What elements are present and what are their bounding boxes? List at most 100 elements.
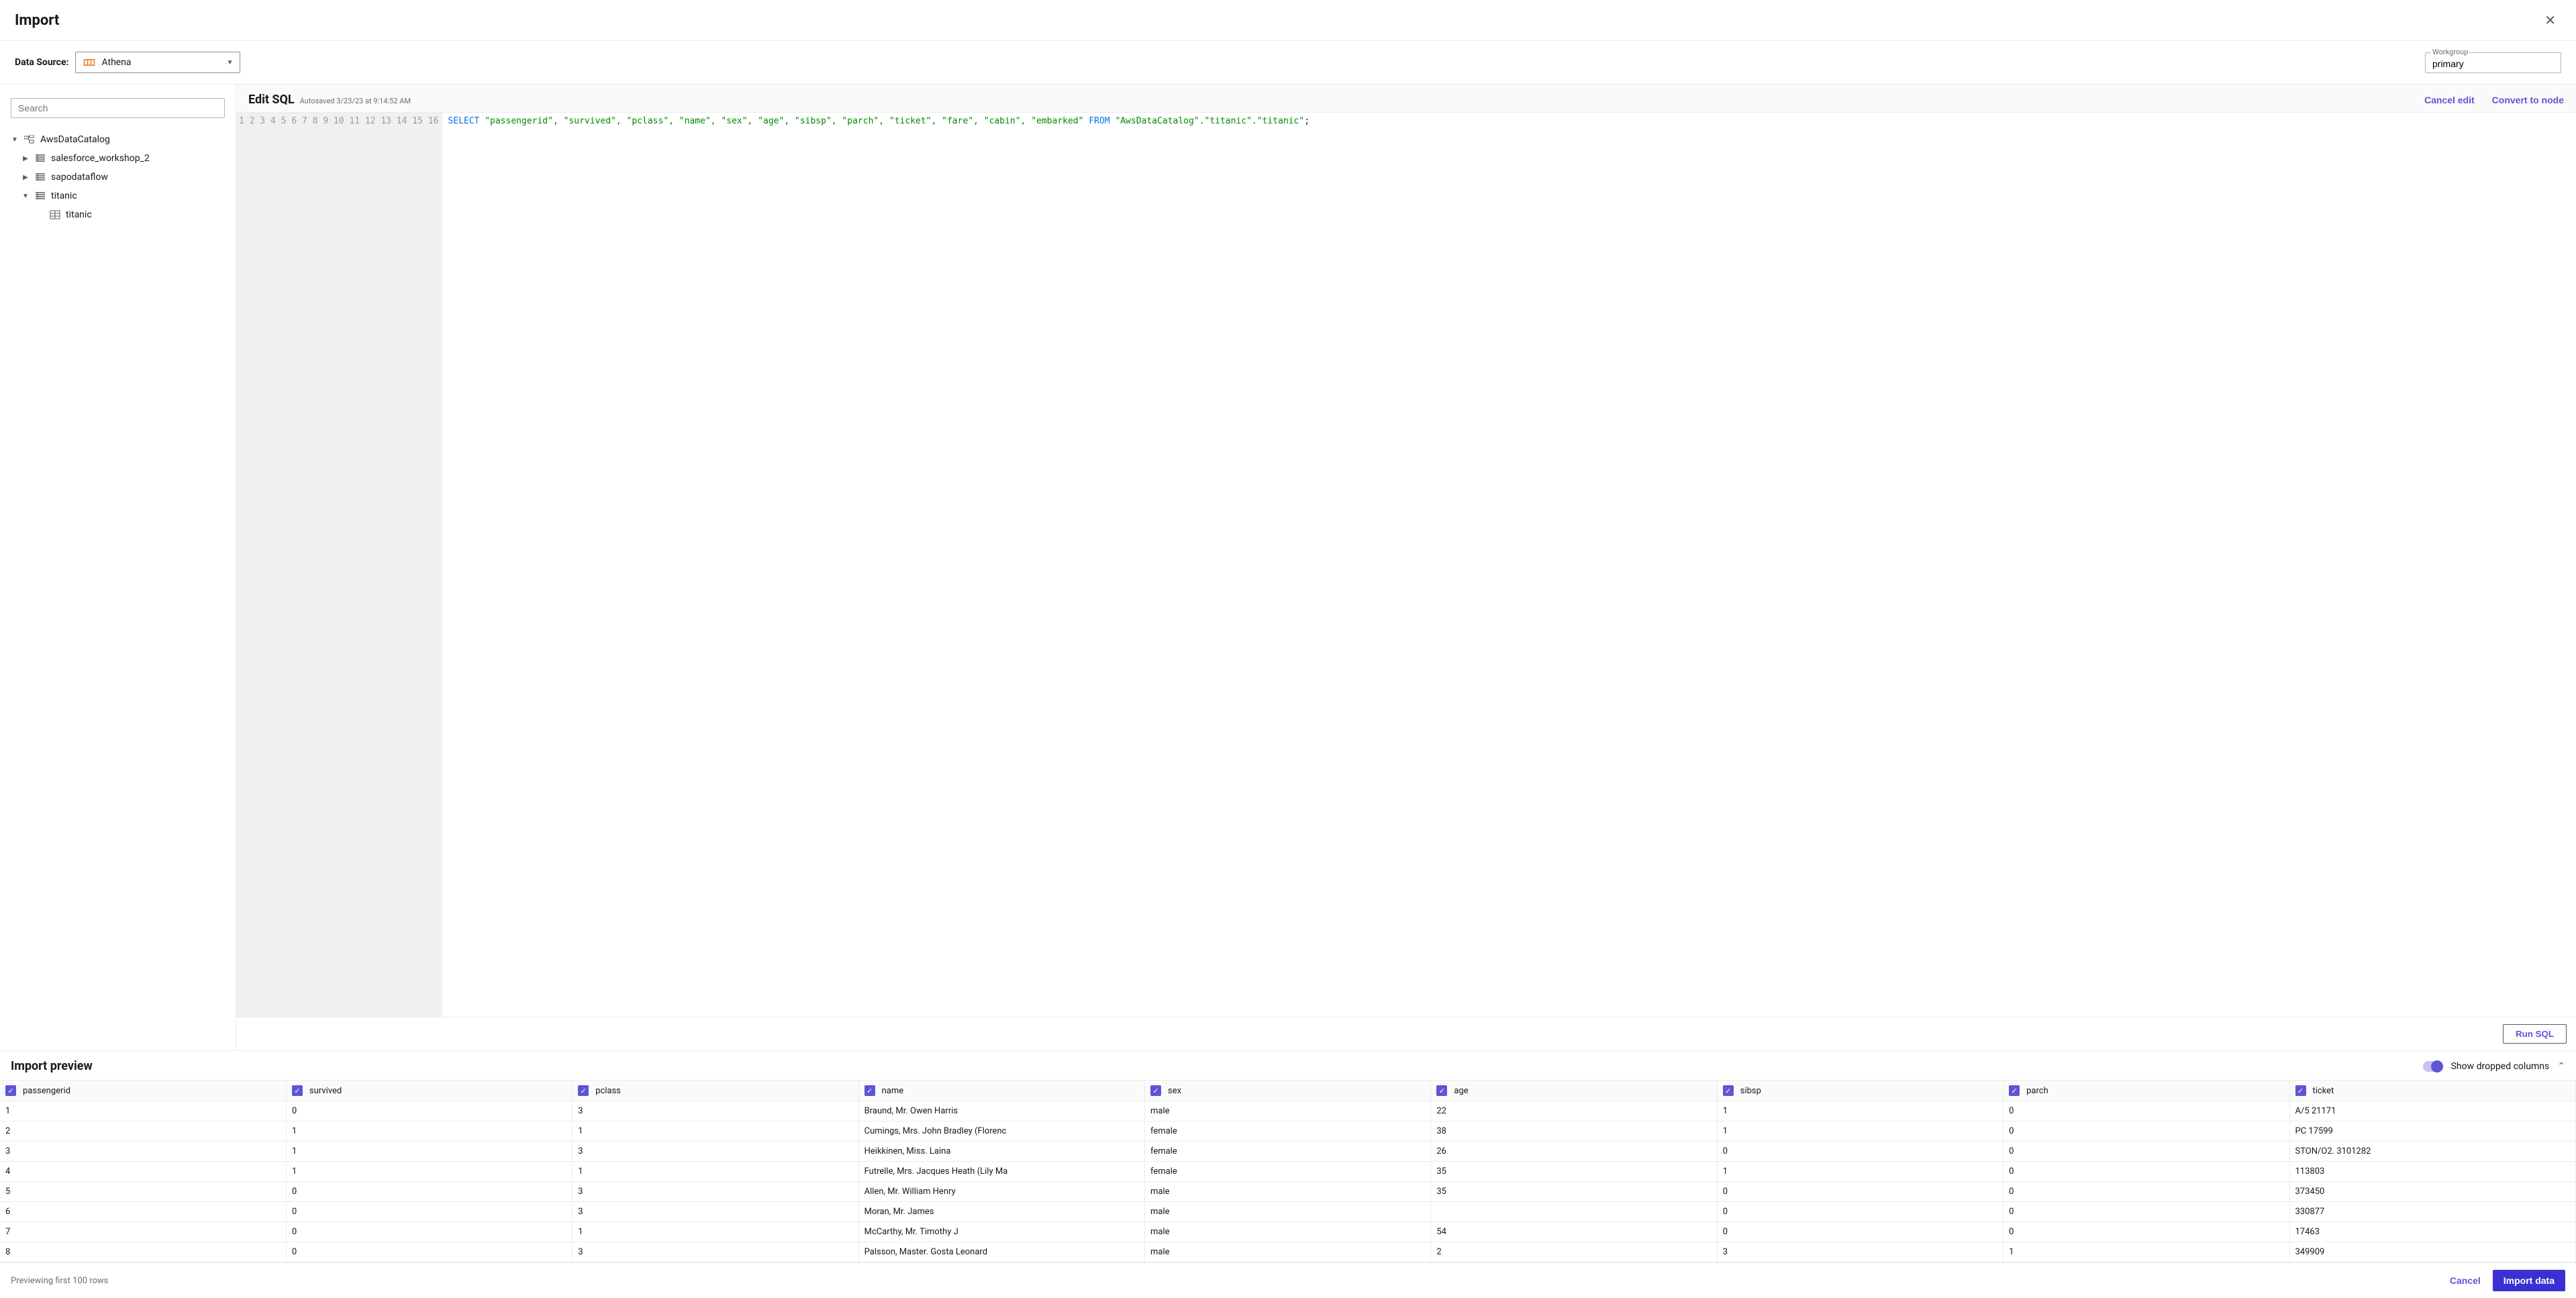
table-cell: Heikkinen, Miss. Laina: [858, 1142, 1144, 1162]
run-sql-button[interactable]: Run SQL: [2503, 1024, 2567, 1044]
workgroup-field[interactable]: Workgroup: [2425, 52, 2561, 73]
table-cell: male: [1145, 1101, 1431, 1121]
cancel-button[interactable]: Cancel: [2450, 1275, 2481, 1286]
convert-to-node-button[interactable]: Convert to node: [2492, 95, 2564, 105]
table-cell: 3: [573, 1182, 858, 1202]
table-cell: male: [1145, 1202, 1431, 1222]
column-header[interactable]: ✓ticket: [2289, 1081, 2576, 1101]
cancel-edit-button[interactable]: Cancel edit: [2424, 95, 2475, 105]
table-cell: 0: [286, 1242, 572, 1262]
database-node[interactable]: ▶salesforce_workshop_2: [21, 149, 225, 168]
table-cell: 3: [1717, 1242, 2003, 1262]
table-row: 803Palsson, Master. Gosta Leonardmale231…: [0, 1242, 2576, 1262]
column-header[interactable]: ✓name: [858, 1081, 1144, 1101]
table-cell: 1: [573, 1162, 858, 1182]
data-source-row: Data Source: Athena ▼ Workgroup: [0, 41, 2576, 85]
table-cell: 26: [1431, 1142, 1717, 1162]
import-data-button[interactable]: Import data: [2493, 1270, 2565, 1291]
table-cell: 1: [1717, 1101, 2003, 1121]
table-cell: 0: [2003, 1101, 2289, 1121]
sql-code-editor[interactable]: 1 2 3 4 5 6 7 8 9 10 11 12 13 14 15 16 S…: [236, 112, 2576, 1017]
sql-editor-pane: Edit SQL Autosaved 3/23/23 at 9:14:52 AM…: [236, 85, 2576, 1050]
column-name: sex: [1168, 1086, 1181, 1096]
preview-table-wrap[interactable]: ✓passengerid✓survived✓pclass✓name✓sex✓ag…: [0, 1080, 2576, 1262]
table-cell: 0: [2003, 1182, 2289, 1202]
data-source-value: Athena: [101, 57, 131, 68]
table-row: 211Cumings, Mrs. John Bradley (Florencfe…: [0, 1121, 2576, 1142]
table-cell: 2: [1431, 1242, 1717, 1262]
table-cell: 1: [573, 1222, 858, 1242]
search-input[interactable]: [11, 98, 225, 118]
database-node[interactable]: ▶sapodataflow: [21, 168, 225, 187]
table-cell: 38: [1431, 1121, 1717, 1142]
preview-title: Import preview: [11, 1059, 93, 1073]
chevron-icon: ▼: [21, 193, 30, 200]
table-cell: [1431, 1202, 1717, 1222]
catalog-icon: [24, 135, 35, 144]
column-header[interactable]: ✓passengerid: [0, 1081, 286, 1101]
chevron-icon: ▶: [21, 174, 30, 181]
table-icon: [50, 210, 60, 219]
table-cell: 3: [0, 1142, 286, 1162]
column-checkbox[interactable]: ✓: [2009, 1085, 2020, 1096]
athena-icon: [83, 56, 96, 69]
column-checkbox[interactable]: ✓: [578, 1085, 589, 1096]
footer: Previewing first 100 rows Cancel Import …: [0, 1262, 2576, 1298]
table-cell: 0: [2003, 1142, 2289, 1162]
column-name: survived: [309, 1086, 342, 1096]
show-dropped-toggle[interactable]: [2423, 1061, 2443, 1072]
table-cell: 3: [573, 1242, 858, 1262]
column-header[interactable]: ✓ sibsp: [1717, 1081, 2003, 1101]
table-row: 411Futrelle, Mrs. Jacques Heath (Lily Ma…: [0, 1162, 2576, 1182]
table-cell: 3: [573, 1101, 858, 1121]
show-dropped-label: Show dropped columns: [2451, 1061, 2550, 1072]
table-cell: 0: [2003, 1121, 2289, 1142]
table-cell: 8: [0, 1242, 286, 1262]
table-cell: A/5 21171: [2289, 1101, 2576, 1121]
sql-content[interactable]: SELECT "passengerid", "survived", "pclas…: [442, 113, 2576, 1017]
table-row: 313Heikkinen, Miss. Lainafemale2600STON/…: [0, 1142, 2576, 1162]
catalog-node[interactable]: ▼ AwsDataCatalog: [11, 130, 225, 149]
table-cell: 1: [286, 1142, 572, 1162]
table-cell: 1: [1717, 1162, 2003, 1182]
table-cell: 17463: [2289, 1222, 2576, 1242]
table-row: 103Braund, Mr. Owen Harrismale2210A/5 21…: [0, 1101, 2576, 1121]
table-cell: 0: [286, 1222, 572, 1242]
column-header[interactable]: ✓ survived: [286, 1081, 572, 1101]
table-cell: 0: [286, 1101, 572, 1121]
column-header[interactable]: ✓pclass: [573, 1081, 858, 1101]
column-checkbox[interactable]: ✓: [292, 1085, 303, 1096]
column-name: age: [1454, 1086, 1468, 1096]
table-cell: 22: [1431, 1101, 1717, 1121]
column-checkbox[interactable]: ✓: [5, 1085, 16, 1096]
close-icon[interactable]: ✕: [2539, 9, 2561, 31]
table-cell: 6: [0, 1202, 286, 1222]
line-gutter: 1 2 3 4 5 6 7 8 9 10 11 12 13 14 15 16: [236, 113, 442, 1017]
column-checkbox[interactable]: ✓: [864, 1085, 875, 1096]
table-cell: 113803: [2289, 1162, 2576, 1182]
column-name: sibsp: [1740, 1086, 1761, 1096]
collapse-icon[interactable]: ⌃: [2557, 1061, 2565, 1072]
chevron-down-icon: ▼: [227, 59, 234, 66]
page-header: Import ✕: [0, 0, 2576, 41]
database-node[interactable]: ▼titanic: [21, 187, 225, 205]
database-icon: [35, 154, 46, 163]
column-header[interactable]: ✓ age: [1431, 1081, 1717, 1101]
table-cell: STON/O2. 3101282: [2289, 1142, 2576, 1162]
workgroup-input[interactable]: [2432, 58, 2554, 69]
table-cell: 0: [1717, 1142, 2003, 1162]
preview-note: Previewing first 100 rows: [11, 1276, 108, 1286]
column-checkbox[interactable]: ✓: [2295, 1085, 2306, 1096]
table-node[interactable]: titanic: [50, 205, 225, 224]
preview-table: ✓passengerid✓survived✓pclass✓name✓sex✓ag…: [0, 1081, 2576, 1262]
column-header[interactable]: ✓parch: [2003, 1081, 2289, 1101]
table-cell: Palsson, Master. Gosta Leonard: [858, 1242, 1144, 1262]
table-cell: 0: [2003, 1202, 2289, 1222]
column-checkbox[interactable]: ✓: [1150, 1085, 1161, 1096]
table-cell: male: [1145, 1222, 1431, 1242]
column-checkbox[interactable]: ✓: [1723, 1085, 1734, 1096]
column-checkbox[interactable]: ✓: [1436, 1085, 1447, 1096]
data-source-select[interactable]: Athena ▼: [75, 52, 240, 73]
column-header[interactable]: ✓ sex: [1145, 1081, 1431, 1101]
chevron-down-icon: ▼: [11, 136, 19, 144]
